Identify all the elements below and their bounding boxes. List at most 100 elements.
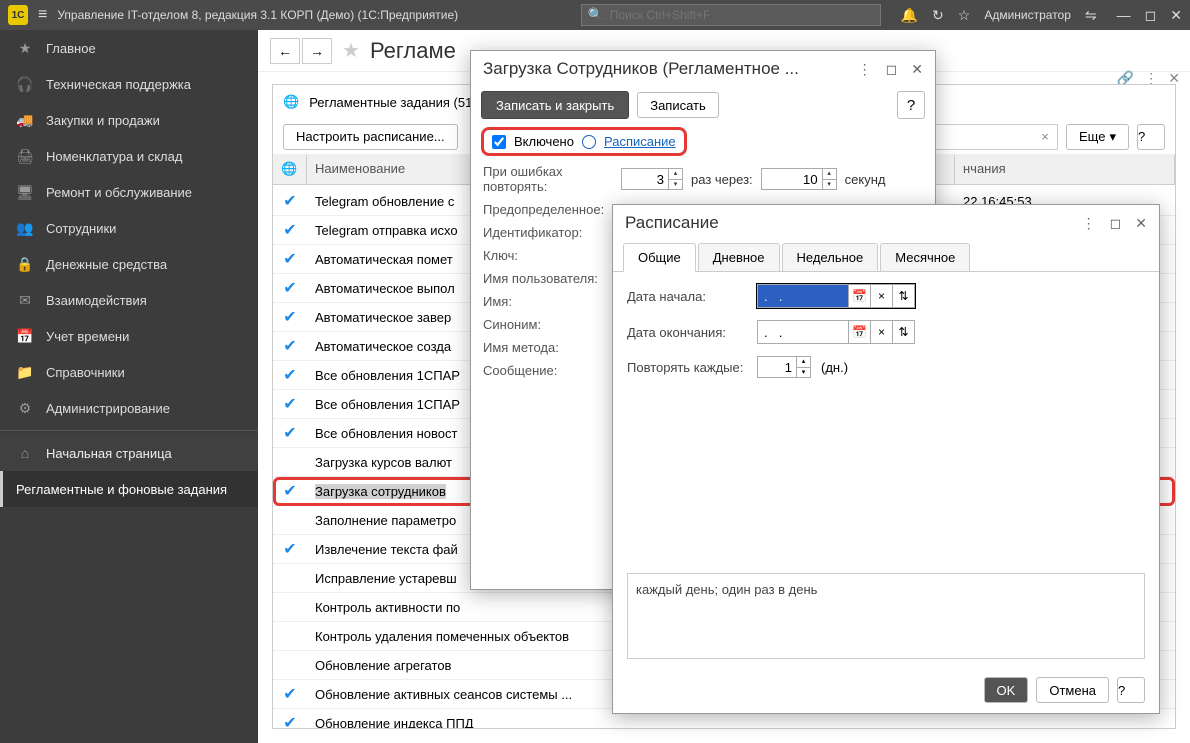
help-button[interactable]: ? <box>1137 124 1165 150</box>
message-label: Сообщение: <box>483 363 613 378</box>
history-icon[interactable]: ↻ <box>932 7 944 24</box>
row-status-icon: ✔ <box>273 394 307 414</box>
id-label: Идентификатор: <box>483 225 613 240</box>
user-label: Имя пользователя: <box>483 271 613 286</box>
schedule-close-icon[interactable]: ✕ <box>1135 215 1147 232</box>
sidebar: ★Главное 🎧Техническая поддержка 🚚Закупки… <box>0 30 258 743</box>
ok-button[interactable]: OK <box>984 677 1029 703</box>
schedule-title-bar: Расписание ⋮ ◻ ✕ <box>613 205 1159 241</box>
lock-icon: 🔒 <box>16 256 34 273</box>
calendar-icon[interactable]: 📅 <box>848 285 870 307</box>
nav-forward-button[interactable]: → <box>302 38 332 64</box>
row-status-icon: ✔ <box>273 423 307 443</box>
schedule-summary: каждый день; один раз в день <box>627 573 1145 659</box>
clear-icon[interactable]: × <box>870 285 892 307</box>
calendar-icon[interactable]: 📅 <box>848 321 870 343</box>
sidebar-item-main[interactable]: ★Главное <box>0 30 258 66</box>
tab-weekly[interactable]: Недельное <box>782 243 879 271</box>
sidebar-item-repair[interactable]: 🖥Ремонт и обслуживание <box>0 174 258 210</box>
days-unit: (дн.) <box>821 360 848 375</box>
favorite-toggle[interactable]: ★ <box>342 38 360 63</box>
sidebar-item-support[interactable]: 🎧Техническая поддержка <box>0 66 258 102</box>
synonym-label: Синоним: <box>483 317 613 332</box>
dialog-close-icon[interactable]: ✕ <box>911 61 923 78</box>
row-status-icon: ✔ <box>273 191 307 211</box>
globe-icon: 🌐 <box>283 94 299 110</box>
chevron-down-icon[interactable]: ⇋ <box>1085 7 1097 24</box>
spin-icon[interactable]: ⇅ <box>892 321 914 343</box>
repeat-row: При ошибках повторять: ▴▾ раз через: ▴▾ … <box>471 160 935 198</box>
nav-back-button[interactable]: ← <box>270 38 300 64</box>
printer-icon: 🖨 <box>16 148 34 165</box>
headset-icon: 🎧 <box>16 76 34 93</box>
repeat-days-input[interactable]: ▴▾ <box>757 356 811 378</box>
enabled-checkbox[interactable] <box>492 135 506 149</box>
separator <box>0 430 258 431</box>
more-button[interactable]: Еще ▾ <box>1066 124 1129 150</box>
schedule-kebab-icon[interactable]: ⋮ <box>1082 215 1096 232</box>
dialog-maximize-icon[interactable]: ◻ <box>886 61 898 78</box>
row-status-icon: ✔ <box>273 336 307 356</box>
row-status-icon: ✔ <box>273 684 307 704</box>
clear-search-icon[interactable]: × <box>1033 129 1057 144</box>
sidebar-item-stock[interactable]: 🖨Номенклатура и склад <box>0 138 258 174</box>
star-icon[interactable]: ☆ <box>958 7 971 24</box>
sidebar-item-refs[interactable]: 📁Справочники <box>0 354 258 390</box>
predefined-label: Предопределенное: <box>483 202 613 217</box>
dialog-title: Загрузка Сотрудников (Регламентное ... <box>483 59 799 79</box>
app-logo: 1C <box>8 5 28 25</box>
cancel-button[interactable]: Отмена <box>1036 677 1109 703</box>
configure-schedule-button[interactable]: Настроить расписание... <box>283 124 458 150</box>
sidebar-item-interact[interactable]: ✉Взаимодействия <box>0 282 258 318</box>
row-status-icon: ✔ <box>273 220 307 240</box>
schedule-footer: OK Отмена ? <box>984 677 1145 703</box>
minimize-icon[interactable]: — <box>1117 7 1131 24</box>
dialog-help-button[interactable]: ? <box>897 91 925 119</box>
gear-icon: ⚙ <box>16 400 34 417</box>
monitor-icon: 🖥 <box>16 184 34 201</box>
tab-monthly[interactable]: Месячное <box>880 243 970 271</box>
hamburger-icon[interactable]: ≡ <box>38 6 47 24</box>
tab-general[interactable]: Общие <box>623 243 696 272</box>
bell-icon[interactable]: 🔔 <box>901 7 918 24</box>
maximize-icon[interactable]: ◻ <box>1145 7 1157 24</box>
sidebar-item-scheduled-jobs[interactable]: Регламентные и фоновые задания <box>0 471 258 507</box>
name-label: Имя: <box>483 294 613 309</box>
row-status-icon: ✔ <box>273 365 307 385</box>
start-date-input[interactable]: 📅 × ⇅ <box>757 284 915 308</box>
col-status[interactable]: 🌐 <box>273 155 307 184</box>
dialog-kebab-icon[interactable]: ⋮ <box>858 61 872 78</box>
clear-icon[interactable]: × <box>870 321 892 343</box>
spin-icon[interactable]: ⇅ <box>892 285 914 307</box>
schedule-link[interactable]: Расписание <box>604 134 676 149</box>
col-end[interactable]: нчания <box>955 155 1175 184</box>
schedule-title: Расписание <box>625 213 719 233</box>
save-button[interactable]: Записать <box>637 92 719 118</box>
clock-icon <box>582 135 596 149</box>
sidebar-item-money[interactable]: 🔒Денежные средства <box>0 246 258 282</box>
user-label[interactable]: Администратор <box>984 8 1071 22</box>
row-status-icon: ✔ <box>273 249 307 269</box>
end-date-input[interactable]: 📅 × ⇅ <box>757 320 915 344</box>
sidebar-item-time[interactable]: 📅Учет времени <box>0 318 258 354</box>
row-status-icon: ✔ <box>273 278 307 298</box>
users-icon: 👥 <box>16 220 34 237</box>
schedule-help-button[interactable]: ? <box>1117 677 1145 703</box>
repeat-seconds-input[interactable]: ▴▾ <box>761 168 837 190</box>
topbar: 1C ≡ Управление IT-отделом 8, редакция 3… <box>0 0 1190 30</box>
calendar-icon: 📅 <box>16 328 34 345</box>
sidebar-item-home[interactable]: ⌂Начальная страница <box>0 435 258 471</box>
global-search[interactable]: 🔍 <box>581 4 881 26</box>
schedule-tabs: Общие Дневное Недельное Месячное <box>613 243 1159 272</box>
sidebar-item-sales[interactable]: 🚚Закупки и продажи <box>0 102 258 138</box>
repeat-count-input[interactable]: ▴▾ <box>621 168 683 190</box>
close-icon[interactable]: ✕ <box>1170 7 1182 24</box>
window-controls: — ◻ ✕ <box>1117 7 1182 24</box>
global-search-input[interactable] <box>610 8 874 22</box>
sidebar-item-admin[interactable]: ⚙Администрирование <box>0 390 258 426</box>
sidebar-item-employees[interactable]: 👥Сотрудники <box>0 210 258 246</box>
schedule-maximize-icon[interactable]: ◻ <box>1110 215 1122 232</box>
tab-daily[interactable]: Дневное <box>698 243 780 271</box>
folder-icon: 📁 <box>16 364 34 381</box>
save-close-button[interactable]: Записать и закрыть <box>481 91 629 119</box>
